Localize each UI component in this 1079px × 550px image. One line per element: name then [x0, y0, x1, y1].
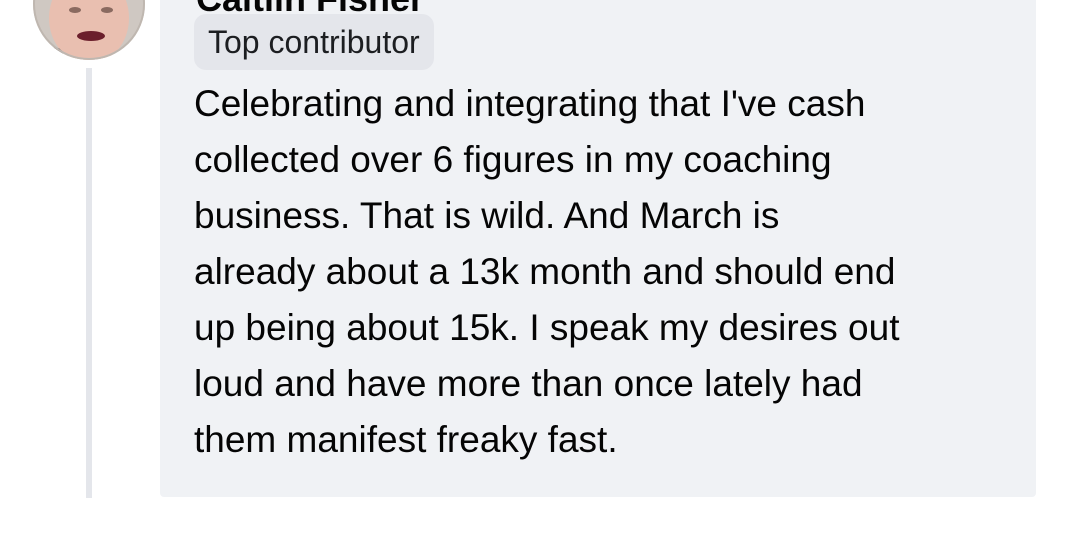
badge-label: Top contributor — [208, 23, 420, 60]
comment-thread: Caitlin Fisher Top contributor Celebrati… — [0, 0, 1079, 550]
thread-connector-line — [86, 68, 92, 498]
avatar[interactable] — [33, 0, 145, 60]
comment-text: Celebrating and integrating that I've ca… — [194, 83, 900, 460]
comment-bubble: Caitlin Fisher Top contributor Celebrati… — [160, 0, 1036, 497]
top-contributor-badge: Top contributor — [194, 14, 434, 70]
avatar-photo-icon — [33, 0, 145, 60]
